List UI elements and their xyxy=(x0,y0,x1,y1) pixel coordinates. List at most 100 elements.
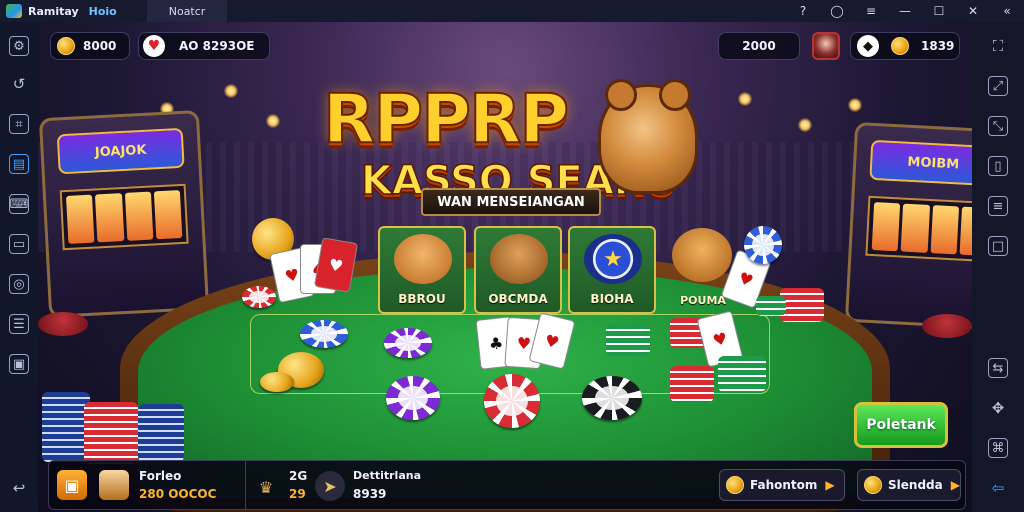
resize-icon[interactable]: ⤡ xyxy=(988,116,1008,136)
location-icon[interactable]: ◎ xyxy=(9,274,29,294)
gems-counter[interactable]: ◆ 1839 xyxy=(850,32,960,60)
macro-icon[interactable]: ⇆ xyxy=(988,358,1008,378)
slot-reels xyxy=(59,183,189,251)
bottom-button-left-label: Fahontom xyxy=(750,478,818,492)
chip xyxy=(744,226,782,264)
files-icon[interactable]: ☰ xyxy=(9,314,29,334)
keyboard-icon[interactable]: ⌨ xyxy=(9,194,29,214)
chip xyxy=(300,320,348,348)
title-bar: Ramitay Hoio Noatcr ? ◯ ≡ — ☐ ✕ « xyxy=(0,0,1024,22)
camera-icon[interactable]: ▣ xyxy=(9,354,29,374)
bottom-bar: ▣ Forleo 280 OOCOC ♛ 2G 29 ➤ Dettitrlana… xyxy=(48,460,966,511)
script-icon[interactable]: ⌘ xyxy=(988,438,1008,458)
spotlight xyxy=(798,118,812,132)
screenshot-icon[interactable]: ⌗ xyxy=(9,114,29,134)
list-icon[interactable]: ≡ xyxy=(988,196,1008,216)
middle-value: 8939 xyxy=(353,487,387,501)
middle-label: Dettitrlana xyxy=(353,469,422,482)
chip-stack xyxy=(670,366,714,402)
window-icon[interactable]: ▭ xyxy=(9,234,29,254)
star-icon: ★ xyxy=(584,234,642,284)
chevron-right-icon: ▶ xyxy=(950,478,960,492)
menu-box-icon[interactable]: ▣ xyxy=(57,470,87,500)
slot-machine-right[interactable]: MOIBM xyxy=(844,121,972,331)
chip-stack xyxy=(606,324,650,356)
slot-marquee: JOAJOK xyxy=(56,127,185,175)
gem-icon: ◆ xyxy=(857,35,879,57)
square-icon[interactable]: □ xyxy=(988,236,1008,256)
player-name: Forleo xyxy=(139,469,182,483)
gems-value: 1839 xyxy=(921,39,955,53)
menu-icon[interactable]: ≡ xyxy=(854,0,888,22)
help-icon[interactable]: ? xyxy=(786,0,820,22)
back-arrow-icon[interactable]: ↩ xyxy=(9,478,29,498)
logo-title: RPPRP xyxy=(322,79,570,160)
player-avatar[interactable] xyxy=(812,32,840,60)
spotlight xyxy=(848,98,862,112)
coin-icon xyxy=(57,37,75,55)
bear-icon xyxy=(394,234,452,284)
spotlight xyxy=(224,84,238,98)
chip xyxy=(260,372,294,392)
apps-icon[interactable]: ▤ xyxy=(9,154,29,174)
game-viewport[interactable]: 8000 ♥ AO 8293OE 2000 ◆ 1839 JOAJOK MOIB… xyxy=(38,22,972,512)
chip-stack xyxy=(756,296,786,316)
chip-stack xyxy=(138,404,184,462)
gamepad-icon[interactable]: ✥ xyxy=(988,398,1008,418)
bar-stool xyxy=(38,312,88,336)
collapse-icon[interactable]: « xyxy=(990,0,1024,22)
bet-label: OBCMDA xyxy=(488,292,548,306)
chip-stack xyxy=(84,402,138,464)
window-controls: ? ◯ ≡ — ☐ ✕ « xyxy=(786,0,1024,22)
slot-machine-left[interactable]: JOAJOK xyxy=(38,109,210,319)
bottom-button-left[interactable]: Fahontom ▶ xyxy=(719,469,845,501)
stat-value-bottom: 29 xyxy=(289,487,306,501)
rocket-icon[interactable]: ➤ xyxy=(315,471,345,501)
app-badge: Hoio xyxy=(88,4,117,18)
spotlight xyxy=(266,114,280,128)
heart-icon: ♥ xyxy=(143,35,165,57)
app-name: Ramitay xyxy=(28,4,79,18)
bear-figure xyxy=(672,228,732,282)
likes-counter[interactable]: ♥ AO 8293OE xyxy=(138,32,270,60)
player-avatar-icon[interactable] xyxy=(99,470,129,500)
chip-stack xyxy=(718,356,766,392)
tab-active[interactable]: Noatcr xyxy=(146,0,228,22)
minimize-icon[interactable]: — xyxy=(888,0,922,22)
player-balance: 280 OOCOC xyxy=(139,487,217,501)
bet-option-1[interactable]: BBROU xyxy=(378,226,466,314)
coins-value: 8000 xyxy=(83,39,117,53)
emulator-window: Ramitay Hoio Noatcr ? ◯ ≡ — ☐ ✕ « ⚙ ↺ ⌗ … xyxy=(0,0,1024,512)
chevron-right-icon: ▶ xyxy=(825,478,835,492)
fullscreen-icon[interactable]: ⛶ xyxy=(988,36,1008,56)
close-icon[interactable]: ✕ xyxy=(956,0,990,22)
bet-option-3[interactable]: ★ BIOHA xyxy=(568,226,656,314)
coin-icon xyxy=(864,476,882,494)
coin-icon xyxy=(726,476,744,494)
account-icon[interactable]: ◯ xyxy=(820,0,854,22)
bet-label: BBROU xyxy=(398,292,446,306)
sidebar-panel-icon[interactable]: ▯ xyxy=(988,156,1008,176)
chip xyxy=(484,374,540,428)
crown-icon: ♛ xyxy=(258,477,274,497)
bottom-button-right[interactable]: Slendda ▶ xyxy=(857,469,961,501)
maximize-icon[interactable]: ☐ xyxy=(922,0,956,22)
back-icon[interactable]: ⇦ xyxy=(988,478,1008,498)
dog-icon xyxy=(490,234,548,284)
bet-option-2[interactable]: OBCMDA xyxy=(474,226,562,314)
stat-value-top: 2G xyxy=(289,469,308,483)
expand-icon[interactable]: ⤢ xyxy=(988,76,1008,96)
slot-reels xyxy=(865,195,972,263)
settings-icon[interactable]: ⚙ xyxy=(9,36,29,56)
gold-counter[interactable]: 2000 xyxy=(718,32,800,60)
tab-label: Noatcr xyxy=(168,4,206,18)
left-toolbar: ⚙ ↺ ⌗ ▤ ⌨ ▭ ◎ ☰ ▣ ↩ xyxy=(0,22,38,512)
coins-counter[interactable]: 8000 xyxy=(50,32,130,60)
rotate-icon[interactable]: ↺ xyxy=(9,74,29,94)
coin-icon xyxy=(891,37,909,55)
play-button[interactable]: Poletank xyxy=(854,402,948,448)
slot-marquee: MOIBM xyxy=(869,139,972,187)
chip xyxy=(384,328,432,358)
gold-value: 2000 xyxy=(742,39,776,53)
bear-mascot xyxy=(598,79,698,194)
